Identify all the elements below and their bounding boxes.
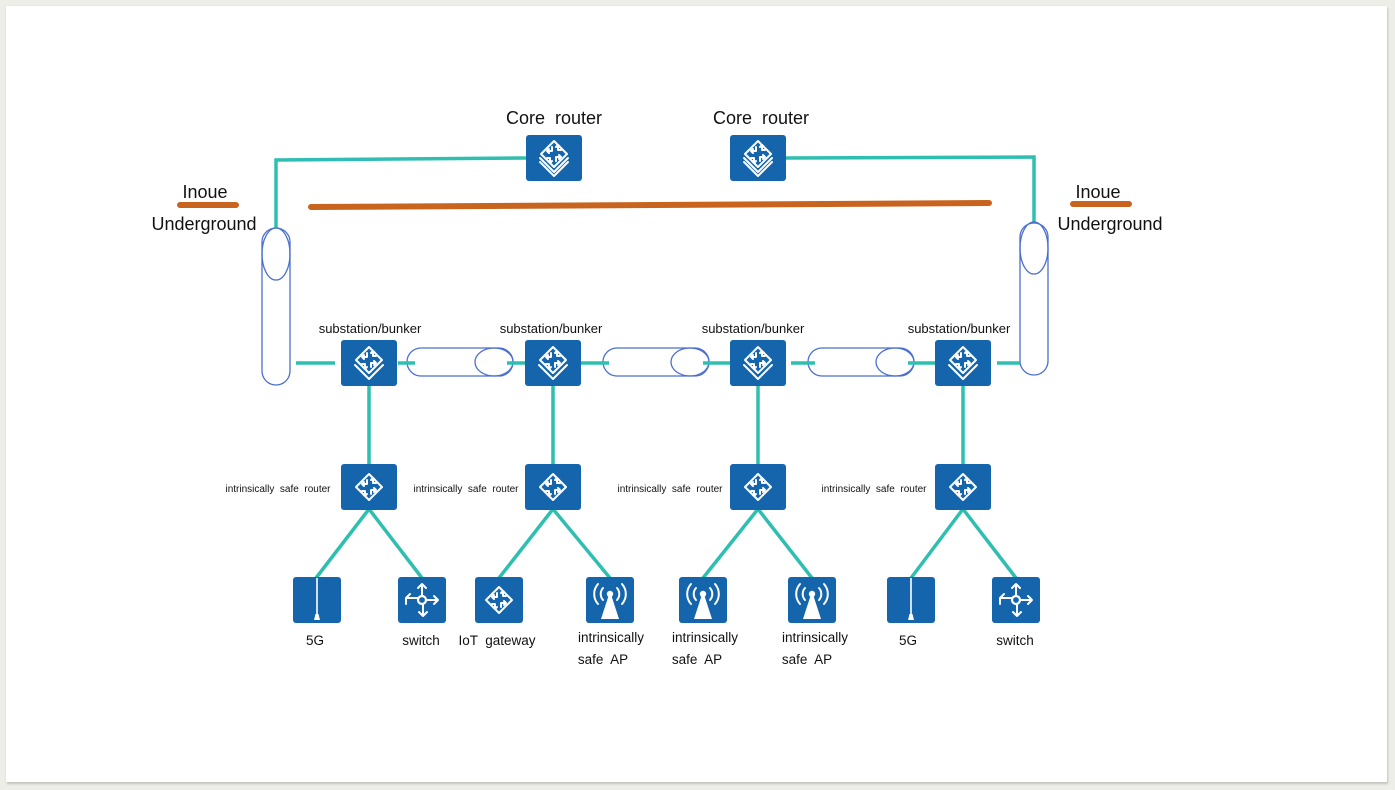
zone-left-underground-label: Underground xyxy=(151,214,256,234)
intrinsically-safe-router-3[interactable] xyxy=(730,464,786,510)
substation-1-label: substation/bunker xyxy=(319,321,422,336)
endpoint-3[interactable] xyxy=(475,577,523,623)
link-router-1-5g xyxy=(314,507,371,580)
endpoint-1[interactable] xyxy=(293,577,341,623)
endpoint-6[interactable] xyxy=(788,577,836,623)
zone-right-surface-label: Inoue xyxy=(1075,182,1120,202)
link-router-4-5g xyxy=(909,507,965,580)
link-core-left-to-shaft xyxy=(274,156,528,230)
router-3-label: intrinsically safe router xyxy=(617,484,723,495)
endpoint-8-label: switch xyxy=(996,633,1034,648)
intrinsically-safe-router-4[interactable] xyxy=(935,464,991,510)
core-router-right[interactable] xyxy=(730,135,786,181)
tunnel-shaft-left xyxy=(261,227,291,386)
link-core-right-to-shaft xyxy=(785,155,1036,225)
link-router-3-ap-b xyxy=(756,507,814,580)
router-4-label: intrinsically safe router xyxy=(821,484,927,495)
zone-left-surface-label: Inoue xyxy=(182,182,227,202)
router-2-label: intrinsically safe router xyxy=(413,484,519,495)
link-router-1-switch xyxy=(367,507,424,580)
endpoint-3-label: IoT gateway xyxy=(458,633,535,648)
endpoint-6-label: intrinsically xyxy=(782,630,848,645)
network-topology-diagram: Core router Core router Inoue Undergroun… xyxy=(151,108,1162,667)
link-router-3-ap-a xyxy=(701,507,760,580)
substation-3[interactable] xyxy=(730,340,786,386)
endpoint-1-label: 5G xyxy=(306,633,324,648)
intrinsically-safe-router-1[interactable] xyxy=(341,464,397,510)
endpoint-4-label-line2: safe AP xyxy=(578,652,628,667)
endpoint-6-label-line2: safe AP xyxy=(782,652,832,667)
endpoint-5[interactable] xyxy=(679,577,727,623)
core-router-right-label: Core router xyxy=(713,108,809,128)
substation-2-label: substation/bunker xyxy=(500,321,603,336)
substation-3-label: substation/bunker xyxy=(702,321,805,336)
tunnel-segment-1 xyxy=(406,347,514,377)
endpoint-5-label-line2: safe AP xyxy=(672,652,722,667)
router-1-label: intrinsically safe router xyxy=(225,484,331,495)
tunnel-shaft-right xyxy=(1019,221,1049,376)
endpoint-7[interactable] xyxy=(887,577,935,623)
endpoint-2-label: switch xyxy=(402,633,440,648)
core-router-left[interactable] xyxy=(526,135,582,181)
zone-right-underground-label: Underground xyxy=(1057,214,1162,234)
substation-4[interactable] xyxy=(935,340,991,386)
endpoint-5-label: intrinsically xyxy=(672,630,738,645)
surface-boundary-line xyxy=(308,200,992,210)
substation-4-label: substation/bunker xyxy=(908,321,1011,336)
endpoint-4[interactable] xyxy=(586,577,634,623)
endpoint-8[interactable] xyxy=(992,577,1040,623)
link-router-4-switch xyxy=(961,507,1018,580)
endpoint-7-label: 5G xyxy=(899,633,917,648)
endpoint-4-label: intrinsically xyxy=(578,630,644,645)
tunnel-segment-2 xyxy=(602,347,710,377)
link-router-2-ap xyxy=(551,507,612,580)
substation-1[interactable] xyxy=(341,340,397,386)
intrinsically-safe-router-2[interactable] xyxy=(525,464,581,510)
substation-2[interactable] xyxy=(525,340,581,386)
core-router-left-label: Core router xyxy=(506,108,602,128)
link-router-2-iot-gateway xyxy=(497,507,555,580)
endpoint-2[interactable] xyxy=(398,577,446,623)
tunnel-segment-3 xyxy=(807,347,915,377)
